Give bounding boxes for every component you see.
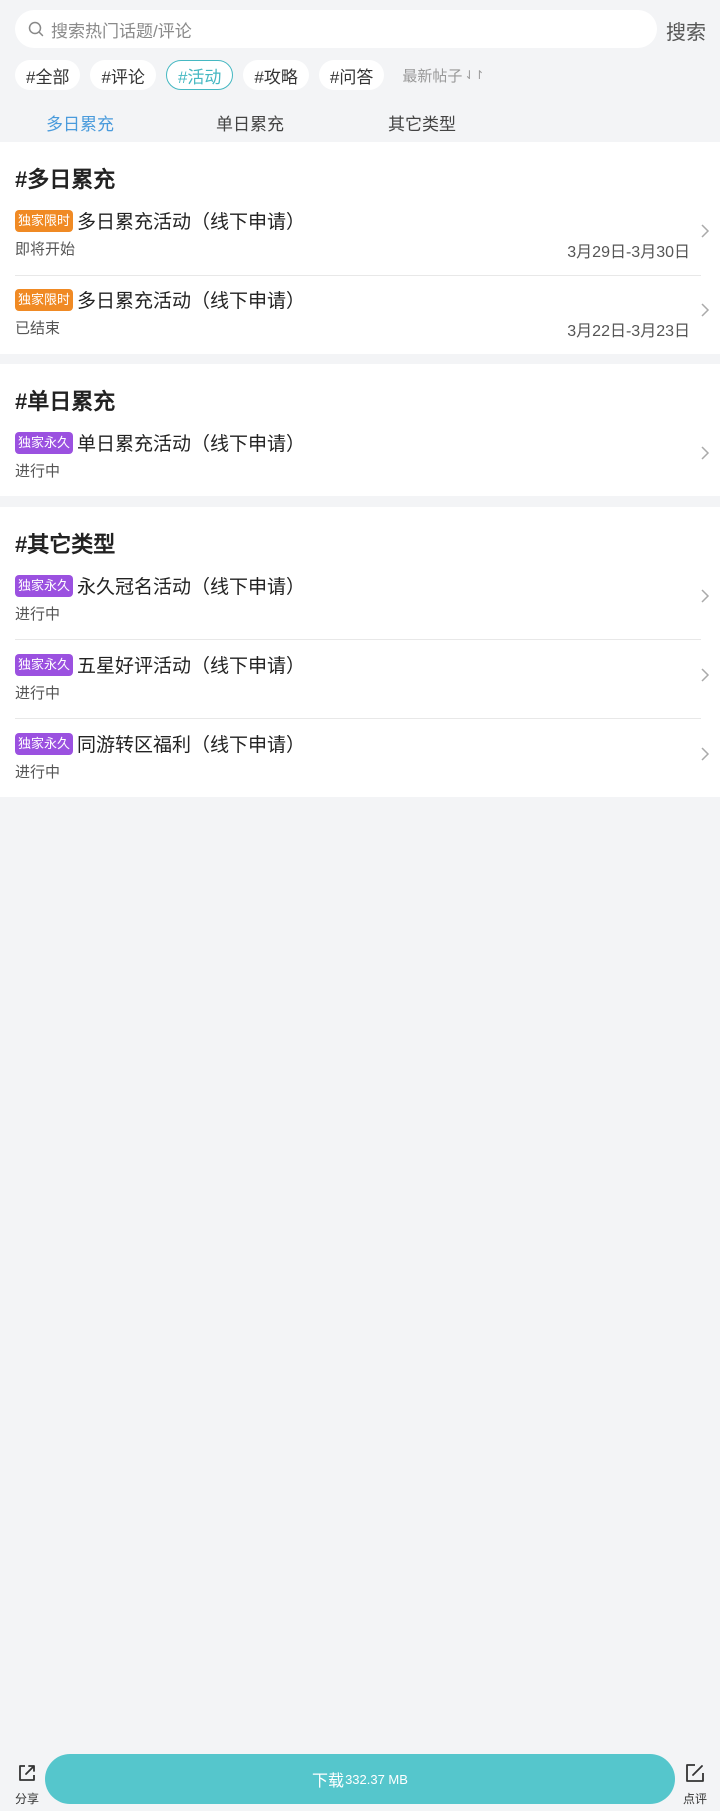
chevron-right-icon bbox=[701, 303, 710, 317]
search-icon bbox=[27, 20, 45, 38]
download-label: 下载 bbox=[312, 1773, 345, 1790]
divider bbox=[15, 718, 701, 719]
item-status: 进行中 bbox=[15, 606, 61, 623]
search-input[interactable]: 搜索热门话题/评论 bbox=[15, 10, 657, 48]
item-status: 进行中 bbox=[15, 764, 61, 781]
section-multi-day: #多日累充 独家限时 多日累充活动（线下申请） 即将开始 3月29日-3月30日… bbox=[0, 142, 720, 354]
search-row: 搜索热门话题/评论 搜索 bbox=[0, 0, 720, 56]
item-status: 已结束 bbox=[15, 320, 61, 337]
section-tabs: 多日累充 单日累充 其它类型 bbox=[0, 106, 720, 136]
chevron-right-icon bbox=[701, 589, 710, 603]
item-status: 进行中 bbox=[15, 463, 61, 480]
sort-button[interactable]: 最新帖子 ⇃↾ bbox=[402, 65, 484, 86]
badge-permanent: 独家永久 bbox=[15, 733, 74, 755]
tab-multi-day-recharge[interactable]: 多日累充 bbox=[46, 110, 114, 135]
sort-label: 最新帖子 bbox=[402, 67, 463, 85]
list-item[interactable]: 独家永久 永久冠名活动（线下申请） 进行中 bbox=[15, 575, 710, 625]
review-label: 点评 bbox=[682, 1792, 707, 1806]
list-item[interactable]: 独家限时 多日累充活动（线下申请） 即将开始 3月29日-3月30日 bbox=[15, 210, 710, 261]
list-item[interactable]: 独家永久 单日累充活动（线下申请） 进行中 bbox=[15, 432, 710, 482]
search-placeholder: 搜索热门话题/评论 bbox=[51, 21, 192, 41]
chevron-right-icon bbox=[701, 446, 710, 460]
tab-single-day-recharge[interactable]: 单日累充 bbox=[216, 110, 284, 135]
badge-permanent: 独家永久 bbox=[15, 575, 74, 597]
badge-limited: 独家限时 bbox=[15, 210, 74, 232]
share-button[interactable]: 分享 bbox=[12, 1762, 42, 1807]
badge-permanent: 独家永久 bbox=[15, 654, 74, 676]
tag-comments[interactable]: #评论 bbox=[90, 60, 156, 90]
badge-limited: 独家限时 bbox=[15, 289, 74, 311]
section-single-day: #单日累充 独家永久 单日累充活动（线下申请） 进行中 bbox=[0, 364, 720, 496]
share-icon bbox=[19, 1765, 35, 1781]
item-title: 多日累充活动（线下申请） bbox=[77, 291, 306, 312]
item-date: 3月29日-3月30日 bbox=[567, 244, 690, 261]
item-title: 同游转区福利（线下申请） bbox=[77, 735, 306, 756]
chevron-right-icon bbox=[701, 224, 710, 238]
download-size: 332.37 MB bbox=[345, 1771, 408, 1787]
section-heading: #多日累充 bbox=[15, 167, 116, 192]
search-button[interactable]: 搜索 bbox=[666, 16, 706, 45]
list-item[interactable]: 独家永久 同游转区福利（线下申请） 进行中 bbox=[15, 733, 710, 783]
section-other-types: #其它类型 独家永久 永久冠名活动（线下申请） 进行中 独家永久 五星好评活动（… bbox=[0, 507, 720, 797]
sort-arrows-icon: ⇃↾ bbox=[464, 68, 485, 82]
section-heading: #其它类型 bbox=[15, 532, 116, 557]
review-button[interactable]: 点评 bbox=[680, 1762, 710, 1807]
list-item[interactable]: 独家限时 多日累充活动（线下申请） 已结束 3月22日-3月23日 bbox=[15, 289, 710, 340]
item-title: 五星好评活动（线下申请） bbox=[77, 656, 306, 677]
chevron-right-icon bbox=[701, 747, 710, 761]
chevron-right-icon bbox=[701, 668, 710, 682]
share-label: 分享 bbox=[14, 1792, 39, 1806]
item-date: 3月22日-3月23日 bbox=[567, 323, 690, 340]
tag-qa[interactable]: #问答 bbox=[318, 60, 385, 90]
divider bbox=[15, 639, 701, 640]
section-heading: #单日累充 bbox=[15, 389, 116, 414]
item-status: 进行中 bbox=[15, 685, 61, 702]
list-item[interactable]: 独家永久 五星好评活动（线下申请） 进行中 bbox=[15, 654, 710, 704]
download-button[interactable]: 下载 332.37 MB bbox=[45, 1754, 675, 1804]
item-title: 多日累充活动（线下申请） bbox=[77, 212, 306, 233]
tag-all[interactable]: #全部 bbox=[15, 60, 81, 90]
edit-icon bbox=[686, 1764, 704, 1782]
tag-filter-bar: #全部 #评论 #活动 #攻略 #问答 最新帖子 ⇃↾ bbox=[15, 58, 484, 92]
bottom-bar: 分享 下载 332.37 MB 点评 bbox=[0, 1752, 720, 1811]
tab-other-types[interactable]: 其它类型 bbox=[388, 110, 456, 135]
item-status: 即将开始 bbox=[15, 241, 76, 258]
divider bbox=[15, 275, 701, 276]
tag-guides[interactable]: #攻略 bbox=[243, 60, 309, 90]
item-title: 永久冠名活动（线下申请） bbox=[77, 577, 306, 598]
tag-activities[interactable]: #活动 bbox=[165, 60, 234, 90]
item-title: 单日累充活动（线下申请） bbox=[77, 434, 306, 455]
badge-permanent: 独家永久 bbox=[15, 432, 74, 454]
